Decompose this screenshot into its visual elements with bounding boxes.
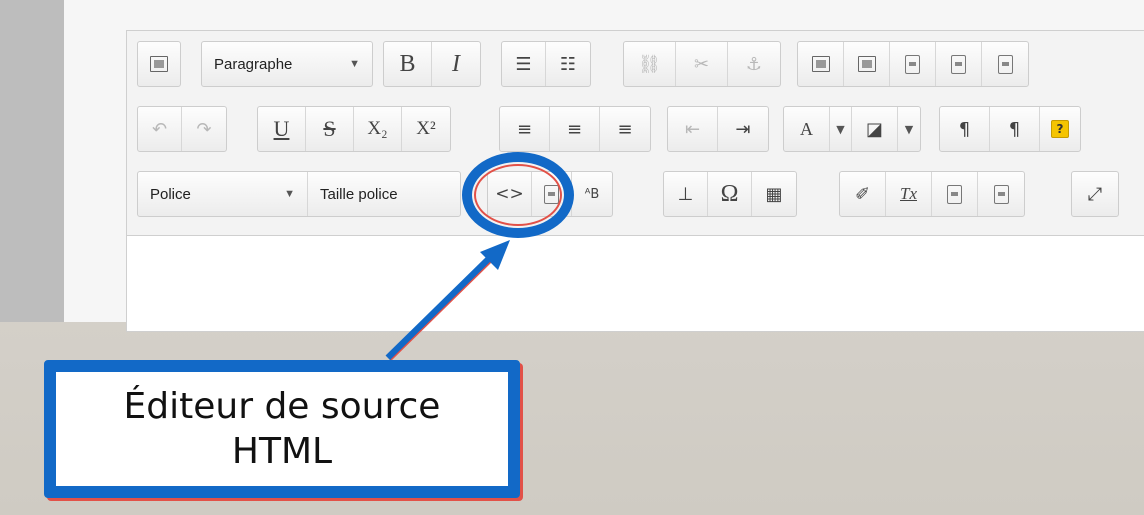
callout-line-2: HTML xyxy=(231,431,333,472)
callout-box: Éditeur de source HTML xyxy=(44,360,520,498)
callout-line-1: Éditeur de source xyxy=(123,386,441,427)
